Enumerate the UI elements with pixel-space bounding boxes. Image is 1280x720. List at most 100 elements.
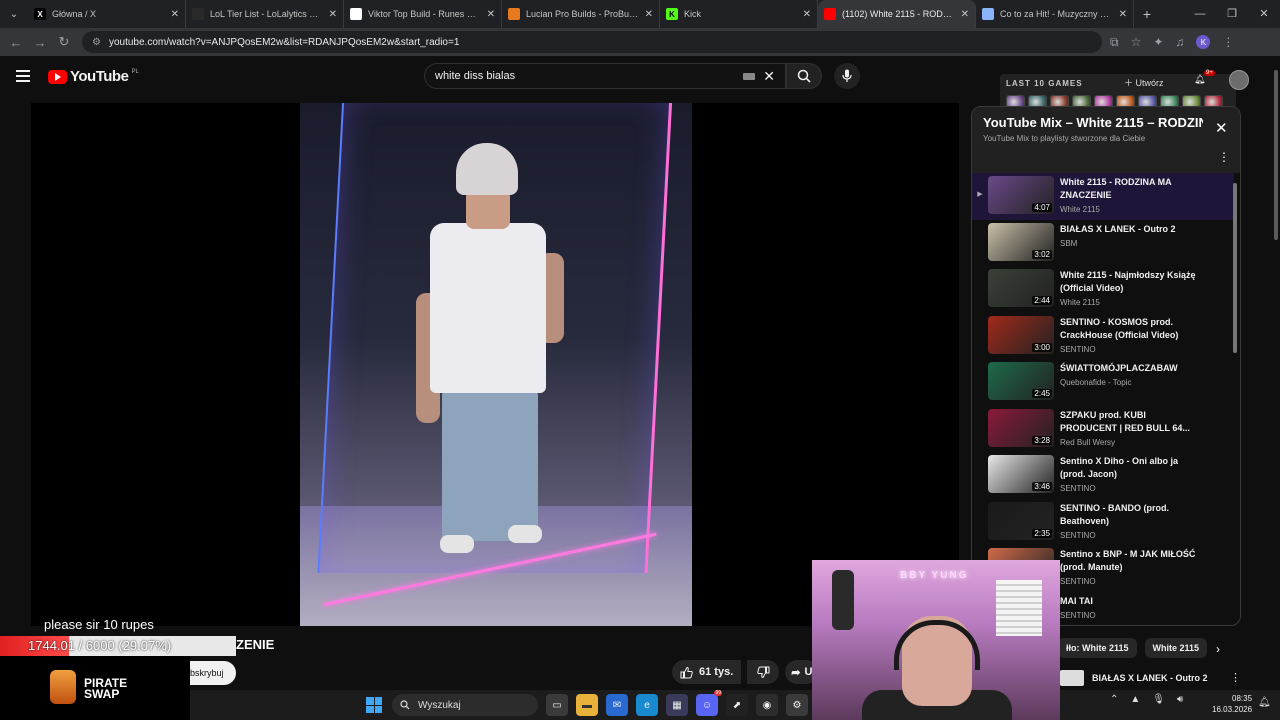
playlist-item[interactable]: 3:02 BIAŁAS X LANEK - Outro 2 SBM bbox=[972, 220, 1234, 267]
playlist-item[interactable]: 2:35 SENTINO - BANDO (prod. Beathoven) SEN… bbox=[972, 499, 1234, 546]
taskbar-search[interactable]: Wyszukaj bbox=[392, 694, 538, 716]
window-blind bbox=[996, 580, 1042, 636]
like-count: 61 tys. bbox=[699, 666, 734, 678]
voice-search-button[interactable] bbox=[834, 63, 860, 89]
youtube-logo[interactable]: YouTube PL bbox=[48, 68, 139, 85]
system-tray: ⌃ ▲ 🎙︎ 🔊︎ bbox=[1110, 694, 1183, 705]
browser-tab[interactable]: X Główna / X ✕ bbox=[28, 0, 186, 28]
mic-tray-icon[interactable]: 🎙︎ bbox=[1152, 694, 1165, 705]
site-info-icon[interactable]: ⚙ bbox=[92, 37, 101, 48]
minimize-button[interactable]: — bbox=[1184, 0, 1216, 28]
outlook-icon[interactable]: ✉ bbox=[606, 694, 628, 716]
duration-badge: 4:07 bbox=[1032, 203, 1052, 212]
playlist-item[interactable]: 2:45 ŚWIATTOMÓJPLACZABAW Quebonafide - Top… bbox=[972, 359, 1234, 406]
playlist-item[interactable]: 2:44 White 2115 - Najmłodszy Książę (Offi… bbox=[972, 266, 1234, 313]
country-code: PL bbox=[131, 68, 139, 75]
bookmark-star-icon[interactable]: ☆ bbox=[1131, 35, 1142, 49]
sponsor-line-2: SWAP bbox=[84, 687, 120, 701]
close-playlist-icon[interactable]: ✕ bbox=[1215, 119, 1228, 137]
account-avatar[interactable] bbox=[1229, 70, 1249, 90]
app-icon-1[interactable]: ⬈ bbox=[726, 694, 748, 716]
playlist-item[interactable]: 3:46 Sentino X Diho - Oni albo ja (prod. … bbox=[972, 452, 1234, 499]
app-icon-2[interactable]: ⚙ bbox=[786, 694, 808, 716]
file-explorer-icon[interactable]: ▬ bbox=[576, 694, 598, 716]
search-button[interactable] bbox=[786, 63, 822, 89]
pirate-swap-text: PIRATE SWAP bbox=[84, 677, 127, 701]
close-tab-icon[interactable]: ✕ bbox=[961, 9, 969, 20]
playlist-item-title: SENTINO - BANDO (prod. Beathoven) bbox=[1060, 502, 1169, 526]
close-tab-icon[interactable]: ✕ bbox=[803, 9, 811, 20]
youtube-play-icon bbox=[48, 69, 67, 84]
playlist-item[interactable]: 3:00 SENTINO - KOSMOS prod. CrackHouse (O… bbox=[972, 313, 1234, 360]
playlist-item[interactable]: 3:28 SZPAKU prod. KUBI PRODUCENT | RED BU… bbox=[972, 406, 1234, 453]
windows-start-icon[interactable] bbox=[366, 697, 382, 713]
taskbar-search-placeholder: Wyszukaj bbox=[418, 699, 461, 711]
hamburger-menu-icon[interactable] bbox=[16, 70, 30, 82]
video-title: ZENIE bbox=[236, 637, 275, 652]
video-player[interactable] bbox=[31, 103, 959, 626]
volume-icon[interactable]: 🔊︎ bbox=[1177, 694, 1183, 705]
back-button[interactable]: ← bbox=[4, 35, 28, 50]
page-scrollbar[interactable] bbox=[1272, 56, 1280, 696]
browser-tab[interactable]: K Kick ✕ bbox=[660, 0, 818, 28]
browser-tab[interactable]: (1102) White 2115 - RODZIN ✕ bbox=[818, 0, 976, 28]
maximize-button[interactable]: ❐ bbox=[1216, 0, 1248, 28]
playlist-scrollbar[interactable] bbox=[1233, 177, 1238, 617]
address-bar[interactable]: ⚙ youtube.com/watch?v=ANJPQosEM2w&list=R… bbox=[82, 31, 1102, 53]
dislike-button[interactable] bbox=[747, 660, 780, 684]
browser-tab[interactable]: LoL Tier List - LoLalytics LoL Tie ✕ bbox=[186, 0, 344, 28]
network-icon[interactable]: ▲ bbox=[1130, 694, 1140, 705]
recommended-more-icon[interactable]: ⋮ bbox=[1230, 671, 1241, 684]
playlist-item-channel: Quebonafide - Topic bbox=[1060, 378, 1132, 387]
install-app-icon[interactable]: ⧉ bbox=[1110, 35, 1119, 50]
keyboard-icon[interactable] bbox=[743, 72, 756, 80]
close-tab-icon[interactable]: ✕ bbox=[329, 9, 337, 20]
notification-center-icon[interactable]: 🔔︎ bbox=[1258, 697, 1271, 708]
media-control-icon[interactable]: ♫ bbox=[1175, 35, 1184, 49]
task-view-icon[interactable]: ▭ bbox=[546, 694, 568, 716]
close-tab-icon[interactable]: ✕ bbox=[1119, 9, 1127, 20]
chrome-icon[interactable]: ◉ bbox=[756, 694, 778, 716]
create-button[interactable]: ＋ Utwórz bbox=[1124, 76, 1164, 89]
reload-button[interactable]: ↻ bbox=[52, 34, 76, 50]
recommended-video[interactable]: BIAŁAS X LANEK - Outro 2 bbox=[1060, 670, 1208, 686]
clock-time: 08:35 bbox=[1232, 694, 1253, 703]
forward-button[interactable]: → bbox=[28, 35, 52, 50]
chips-next-icon[interactable]: › bbox=[1216, 642, 1220, 656]
filter-chip[interactable]: łło: White 2115 bbox=[1058, 638, 1137, 658]
playlist-thumbnail: 3:46 bbox=[988, 455, 1054, 493]
discord-icon[interactable]: ☺ 99 bbox=[696, 690, 722, 716]
browser-tab[interactable]: Lucian Pro Builds - ProBuilds.ne ✕ bbox=[502, 0, 660, 28]
like-button[interactable]: 61 tys. bbox=[672, 660, 742, 684]
search-input[interactable]: white diss bialas ✕ bbox=[424, 63, 786, 89]
edge-icon[interactable]: e bbox=[636, 694, 658, 716]
clear-search-icon[interactable]: ✕ bbox=[763, 68, 775, 85]
taskbar-clock[interactable]: 08:35 16.03.2026 bbox=[1212, 693, 1252, 715]
duration-badge: 3:28 bbox=[1032, 435, 1052, 445]
tray-overflow-icon[interactable]: ⌃ bbox=[1110, 694, 1118, 705]
playlist-subtitle: YouTube Mix to playlisty stworzone dla C… bbox=[983, 134, 1146, 143]
playlist-more-icon[interactable]: ⋮ bbox=[1218, 150, 1230, 164]
filter-chip[interactable]: White 2115 bbox=[1144, 638, 1208, 658]
discord-badge: 99 bbox=[714, 690, 722, 696]
chrome-menu-icon[interactable]: ⋮ bbox=[1222, 35, 1234, 49]
video-person bbox=[410, 143, 580, 583]
store-icon[interactable]: ▦ bbox=[666, 694, 688, 716]
playlist-item-channel: SENTINO bbox=[1060, 530, 1096, 540]
close-tab-icon[interactable]: ✕ bbox=[171, 9, 179, 20]
playlist-panel: YouTube Mix – White 2115 – RODZINA YouTu… bbox=[971, 106, 1241, 626]
browser-tab[interactable]: Co to za Hit! - Muzyczny Quiz I ✕ bbox=[976, 0, 1134, 28]
playlist-item-channel: Red Bull Wersy bbox=[1060, 437, 1115, 447]
extensions-icon[interactable]: ✦ bbox=[1153, 35, 1163, 49]
profile-avatar[interactable]: K bbox=[1196, 35, 1211, 49]
notifications-bell-icon[interactable]: 🔔︎ bbox=[1194, 74, 1205, 85]
subscribe-button[interactable]: bskrybuj bbox=[190, 661, 236, 685]
tab-search-button[interactable]: ⌄ bbox=[0, 0, 28, 28]
new-tab-button[interactable]: + bbox=[1134, 6, 1160, 22]
close-window-button[interactable]: ✕ bbox=[1248, 0, 1280, 28]
playlist-item[interactable]: ▶ 4:07 White 2115 - RODZINA MA ZNACZENIE Wh… bbox=[972, 173, 1234, 220]
playlist-title[interactable]: YouTube Mix – White 2115 – RODZINA bbox=[983, 115, 1203, 130]
close-tab-icon[interactable]: ✕ bbox=[487, 9, 495, 20]
browser-tab[interactable]: Viktor Top Build - Runes & Item ✕ bbox=[344, 0, 502, 28]
close-tab-icon[interactable]: ✕ bbox=[645, 9, 653, 20]
